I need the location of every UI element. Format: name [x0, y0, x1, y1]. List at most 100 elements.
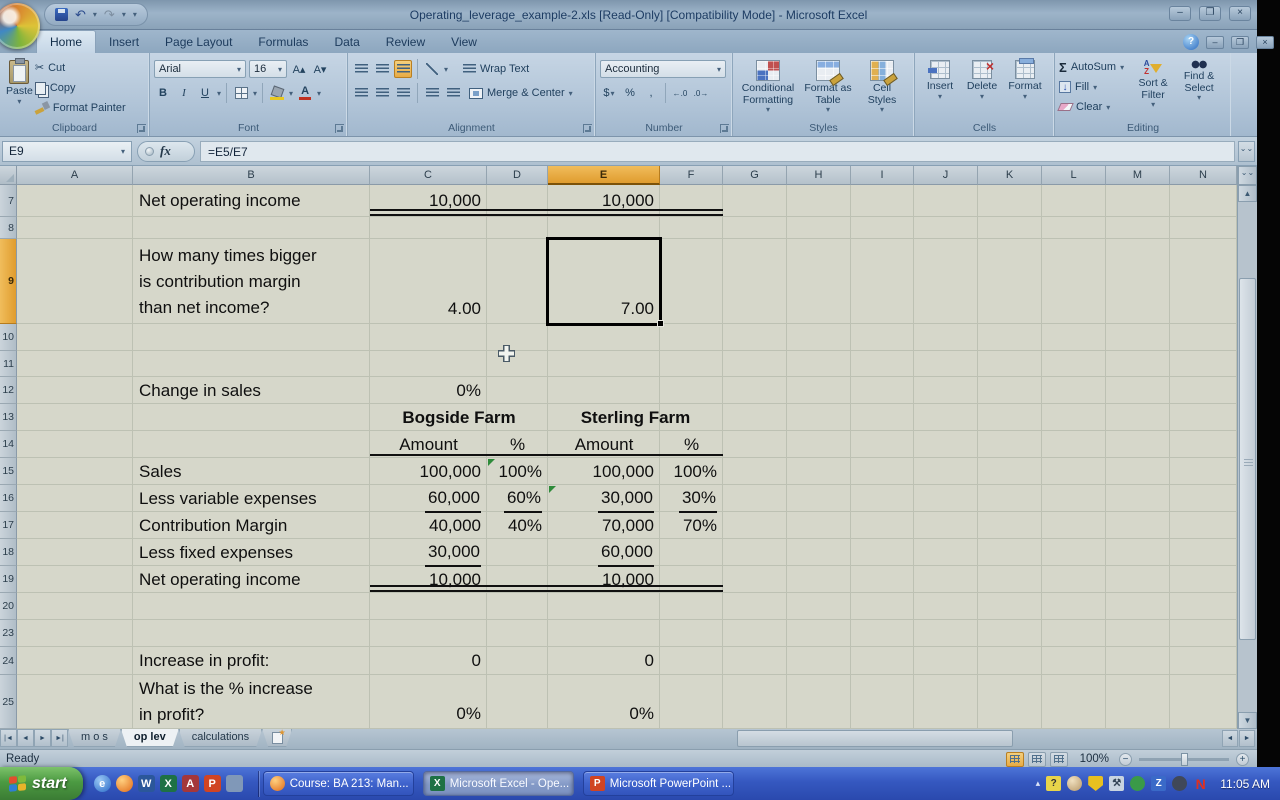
borders-button[interactable]: [232, 84, 250, 102]
grid-cell[interactable]: [851, 404, 914, 431]
messenger-icon[interactable]: [1067, 776, 1082, 791]
row-header-12[interactable]: 12: [0, 377, 17, 404]
grid-cell[interactable]: [787, 404, 851, 431]
row-header-8[interactable]: 8: [0, 217, 17, 239]
close-button[interactable]: ×: [1229, 6, 1251, 21]
grid-cell[interactable]: [1170, 485, 1237, 512]
grid-cell[interactable]: [487, 217, 548, 239]
grid-cell[interactable]: [17, 404, 133, 431]
grid-cell[interactable]: [787, 485, 851, 512]
scroll-left-icon[interactable]: ◄: [1222, 730, 1238, 747]
grid-cell[interactable]: [17, 324, 133, 351]
grid-cell[interactable]: [370, 620, 487, 647]
grid-cell[interactable]: [1042, 512, 1106, 539]
grid-cell[interactable]: [1170, 324, 1237, 351]
column-header-N[interactable]: N: [1170, 166, 1237, 185]
grid-cell[interactable]: [1106, 593, 1170, 620]
cell-F16[interactable]: 30%: [660, 485, 723, 512]
explorer-icon[interactable]: [226, 775, 243, 792]
scroll-down-icon[interactable]: ▼: [1238, 712, 1257, 729]
grid-cell[interactable]: [660, 217, 723, 239]
agent-icon[interactable]: [1172, 776, 1187, 791]
font-size-select[interactable]: 16▾: [249, 60, 287, 78]
grid-cell[interactable]: [17, 566, 133, 593]
row-header-24[interactable]: 24: [0, 647, 17, 675]
grid-cell[interactable]: [914, 647, 978, 675]
grid-cell[interactable]: [1042, 324, 1106, 351]
insert-function-capsule[interactable]: fx: [137, 141, 195, 162]
grid-cell[interactable]: [914, 675, 978, 729]
grid-cell[interactable]: [487, 675, 548, 729]
grid-cell[interactable]: [1106, 566, 1170, 593]
next-sheet-icon[interactable]: ►: [34, 729, 51, 747]
update-shield-icon[interactable]: [1088, 776, 1103, 791]
currency-button[interactable]: $▾: [600, 84, 618, 102]
grid-cell[interactable]: [851, 239, 914, 324]
cell-F15[interactable]: 100%: [660, 458, 723, 485]
delete-cells-button[interactable]: Delete▾: [961, 57, 1003, 121]
grid-cell[interactable]: [787, 239, 851, 324]
column-header-K[interactable]: K: [978, 166, 1042, 185]
grid-cell[interactable]: [1042, 217, 1106, 239]
fill-handle[interactable]: [657, 320, 664, 327]
grid-cell[interactable]: [133, 324, 370, 351]
grid-cell[interactable]: [548, 620, 660, 647]
grid-cell[interactable]: [851, 512, 914, 539]
grid-cell[interactable]: [851, 539, 914, 566]
cell-C12[interactable]: 0%: [370, 377, 487, 404]
font-color-button[interactable]: A: [296, 84, 314, 102]
row-header-18[interactable]: 18: [0, 539, 17, 566]
cell-C16[interactable]: 60,000: [370, 485, 487, 512]
grid-cell[interactable]: [723, 351, 787, 377]
cell-B17[interactable]: Contribution Margin: [133, 512, 370, 539]
grid-cell[interactable]: [914, 485, 978, 512]
grid-cell[interactable]: [487, 539, 548, 566]
cell-B15[interactable]: Sales: [133, 458, 370, 485]
grid-cell[interactable]: [851, 566, 914, 593]
grid-cell[interactable]: [660, 351, 723, 377]
grid-cell[interactable]: [548, 593, 660, 620]
grid-cell[interactable]: [787, 647, 851, 675]
cell-B16[interactable]: Less variable expenses: [133, 485, 370, 512]
grid-cell[interactable]: [133, 620, 370, 647]
grid-cell[interactable]: [1106, 324, 1170, 351]
redo-icon[interactable]: ↷: [104, 8, 115, 21]
grid-cell[interactable]: [1106, 647, 1170, 675]
tab-data[interactable]: Data: [321, 31, 372, 53]
column-header-E[interactable]: E: [548, 166, 660, 185]
grid-cell[interactable]: [660, 377, 723, 404]
grid-cell[interactable]: [723, 593, 787, 620]
grid-cell[interactable]: [978, 217, 1042, 239]
grid-cell[interactable]: [370, 593, 487, 620]
tray-chevron-icon[interactable]: ▴: [1036, 778, 1041, 789]
grid-cell[interactable]: [1106, 458, 1170, 485]
grow-font-button[interactable]: A▴: [290, 60, 308, 78]
decrease-decimal-button[interactable]: .0→: [692, 84, 710, 102]
grid-cell[interactable]: [914, 217, 978, 239]
name-box[interactable]: E9 ▾: [2, 141, 132, 162]
normal-view-button[interactable]: [1006, 752, 1024, 767]
grid-cell[interactable]: [723, 647, 787, 675]
tab-page-layout[interactable]: Page Layout: [152, 31, 245, 53]
undo-dropdown-icon[interactable]: ▾: [93, 10, 97, 19]
align-center-button[interactable]: [373, 84, 391, 102]
grid-cell[interactable]: [723, 324, 787, 351]
workbook-minimize-button[interactable]: –: [1206, 36, 1224, 49]
font-name-select[interactable]: Arial▾: [154, 60, 246, 78]
autosum-button[interactable]: ΣAutoSum▾: [1059, 58, 1124, 76]
grid-cell[interactable]: [1106, 539, 1170, 566]
grid-cell[interactable]: [17, 351, 133, 377]
grid-cell[interactable]: [548, 377, 660, 404]
zoom-in-button[interactable]: +: [1236, 753, 1249, 766]
cell-E15[interactable]: 100,000: [548, 458, 660, 485]
grid-cell[interactable]: [978, 566, 1042, 593]
grid-cell[interactable]: [787, 566, 851, 593]
grid-cell[interactable]: [978, 485, 1042, 512]
align-right-button[interactable]: [394, 84, 412, 102]
grid-cell[interactable]: [787, 324, 851, 351]
cell-D15[interactable]: 100%: [487, 458, 548, 485]
scroll-right-icon[interactable]: ►: [1239, 730, 1255, 747]
start-button[interactable]: start: [0, 767, 83, 800]
page-break-view-button[interactable]: [1050, 752, 1068, 767]
access-icon[interactable]: A: [182, 775, 199, 792]
